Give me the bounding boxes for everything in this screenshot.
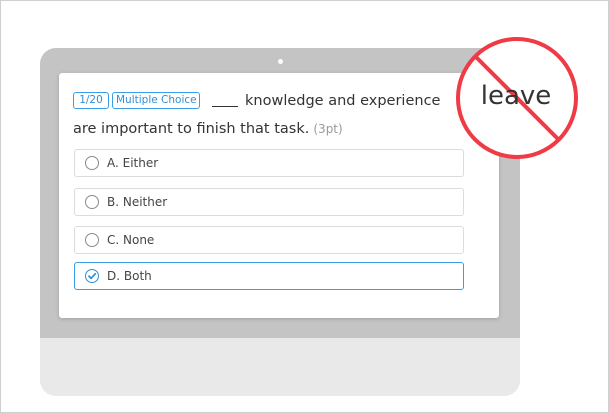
question-count-badge: 1/20	[73, 92, 109, 109]
camera-dot	[278, 59, 283, 64]
option-c[interactable]: C. None	[74, 226, 464, 254]
option-d[interactable]: D. Both	[74, 262, 464, 290]
question-text-line2: are important to finish that task. (3pt)	[73, 121, 343, 137]
option-label: D. Both	[107, 269, 152, 283]
radio-icon[interactable]	[85, 156, 99, 170]
option-b[interactable]: B. Neither	[74, 188, 464, 216]
radio-checked-icon[interactable]	[85, 269, 99, 283]
question-card: 1/20 Multiple Choice knowledge and exper…	[59, 73, 499, 318]
option-label: A. Either	[107, 156, 159, 170]
question-type-badge: Multiple Choice	[112, 92, 200, 109]
monitor-chin	[40, 338, 520, 396]
prohibited-word: leave	[480, 81, 552, 111]
option-a[interactable]: A. Either	[74, 149, 464, 177]
question-text-line1: knowledge and experience	[245, 93, 441, 109]
radio-icon[interactable]	[85, 233, 99, 247]
checkmark-icon	[88, 272, 97, 280]
fill-blank-line	[212, 106, 238, 107]
option-label: B. Neither	[107, 195, 168, 209]
question-text-line2-content: are important to finish that task.	[73, 121, 310, 137]
question-points: (3pt)	[313, 122, 343, 136]
option-label: C. None	[107, 233, 155, 247]
radio-icon[interactable]	[85, 195, 99, 209]
